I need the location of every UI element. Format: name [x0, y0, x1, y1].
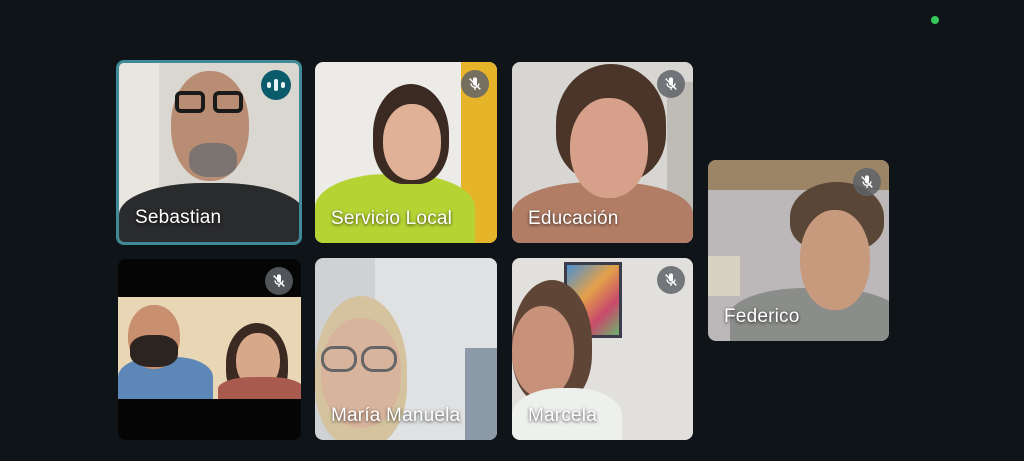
participant-name: Sebastian [135, 207, 222, 228]
mic-off-icon [853, 168, 881, 196]
participant-name: Marcela [528, 405, 597, 426]
participant-tile-sebastian[interactable]: Sebastian [116, 60, 302, 245]
participant-name: Servicio Local [331, 208, 453, 229]
participant-tile-servicio-local[interactable]: Servicio Local [315, 62, 497, 243]
speaking-indicator-icon [261, 70, 291, 100]
mic-off-icon [657, 70, 685, 98]
participant-tile-unnamed[interactable] [118, 259, 301, 440]
mic-off-icon [461, 70, 489, 98]
participant-name: María Manuela [331, 405, 461, 426]
participant-tile-marcela[interactable]: Marcela [512, 258, 693, 440]
status-dot [931, 16, 939, 24]
participant-tile-maria-manuela[interactable]: María Manuela [315, 258, 497, 440]
participant-tile-educacion[interactable]: Educación [512, 62, 693, 243]
participant-name: Federico [724, 306, 800, 327]
mic-off-icon [265, 267, 293, 295]
participant-tile-federico[interactable]: Federico [708, 160, 889, 341]
mic-off-icon [657, 266, 685, 294]
participant-name: Educación [528, 208, 619, 229]
